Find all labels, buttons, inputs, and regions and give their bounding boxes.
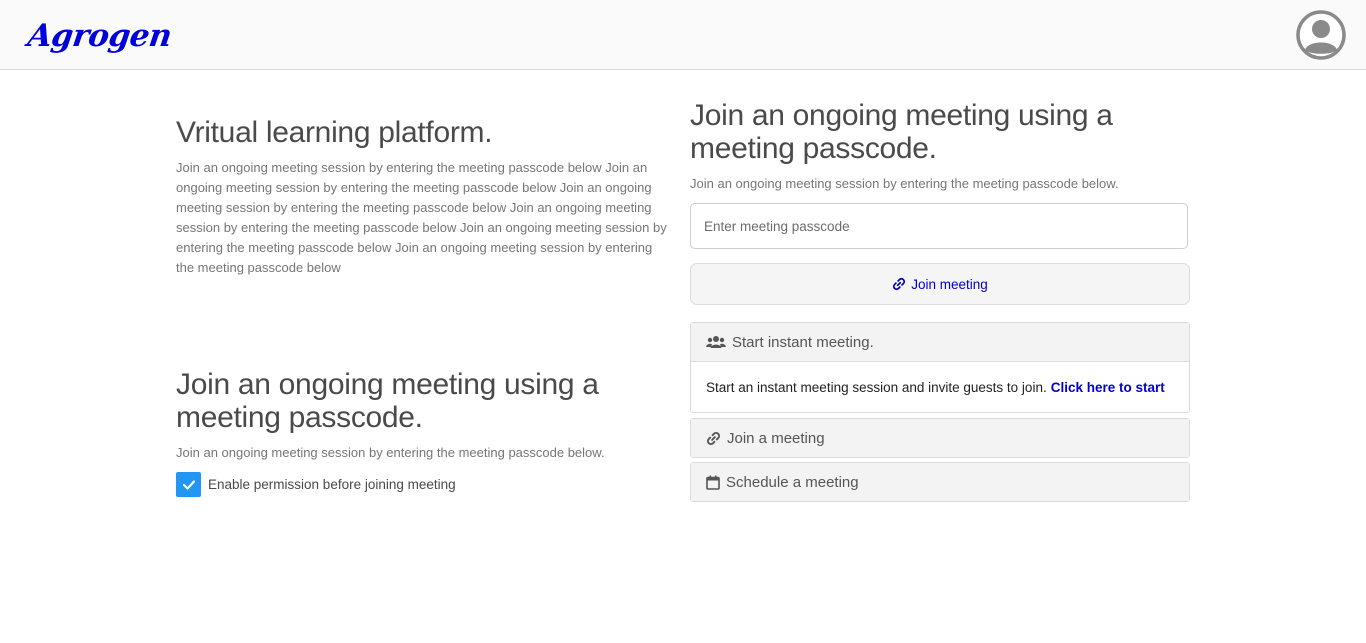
schedule-meeting-title: Schedule a meeting [726, 473, 859, 491]
passcode-input[interactable] [690, 203, 1188, 249]
join-a-meeting-card: Join a meeting [690, 418, 1190, 458]
join-section-title: Join an ongoing meeting using a meeting … [690, 99, 1113, 165]
platform-description: Join an ongoing meeting session by enter… [176, 160, 667, 275]
start-instant-meeting-card: Start instant meeting. Start an instant … [690, 322, 1190, 413]
left-section-title: Join an ongoing meeting using a meeting … [176, 368, 599, 434]
join-section-description: Join an ongoing meeting session by enter… [690, 176, 1119, 191]
permission-checkbox-row[interactable]: Enable permission before joining meeting [176, 472, 456, 497]
start-instant-meeting-body: Start an instant meeting session and inv… [691, 361, 1189, 412]
join-a-meeting-header[interactable]: Join a meeting [691, 419, 1189, 457]
start-instant-meeting-title: Start instant meeting. [732, 333, 874, 351]
join-meeting-button[interactable]: Join meeting [690, 263, 1190, 305]
link-icon [893, 277, 906, 291]
schedule-meeting-card: Schedule a meeting [690, 462, 1190, 502]
link-icon [707, 431, 720, 445]
page-title: Vritual learning platform. [176, 116, 493, 149]
permission-checkbox[interactable] [176, 472, 201, 497]
start-instant-meeting-header[interactable]: Start instant meeting. [691, 323, 1189, 361]
schedule-meeting-header[interactable]: Schedule a meeting [691, 463, 1189, 501]
left-section-description: Join an ongoing meeting session by enter… [176, 445, 605, 460]
click-here-to-start-link[interactable]: Click here to start [1051, 380, 1165, 395]
top-navbar: Agrogen [0, 0, 1366, 70]
permission-label: Enable permission before joining meeting [208, 477, 456, 492]
join-meeting-label: Join meeting [911, 276, 988, 292]
calendar-icon [706, 475, 720, 490]
user-avatar-icon[interactable] [1295, 9, 1347, 61]
join-a-meeting-title: Join a meeting [727, 429, 825, 447]
instant-meeting-text: Start an instant meeting session and inv… [706, 379, 1047, 395]
users-icon [706, 336, 726, 348]
check-icon [182, 479, 195, 490]
brand-logo[interactable]: Agrogen [25, 18, 173, 54]
